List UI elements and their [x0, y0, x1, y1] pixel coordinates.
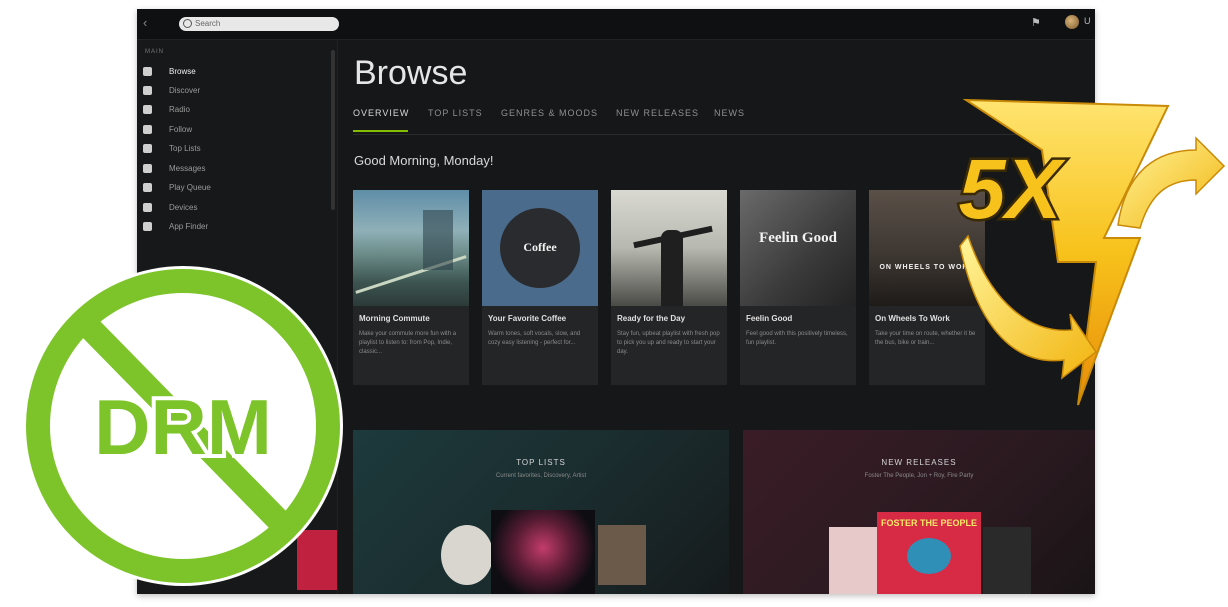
drm-free-badge: DRM — [23, 266, 343, 586]
speed-bolt-badge: 5X — [956, 98, 1226, 406]
drm-label: DRM — [94, 383, 272, 471]
speed-label: 5X — [959, 142, 1067, 236]
promo-overlay: DRM 5X — [23, 98, 1226, 586]
